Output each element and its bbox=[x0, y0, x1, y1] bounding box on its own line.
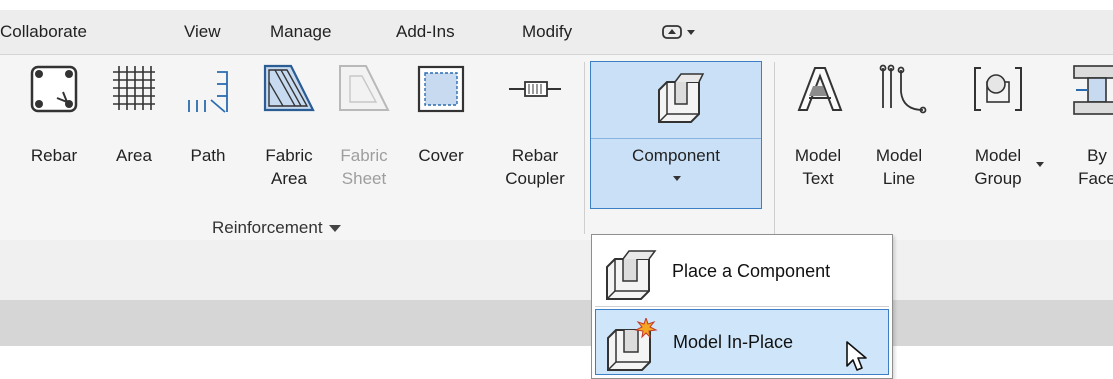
path-label: Path bbox=[190, 146, 226, 165]
model-group-button[interactable]: Model Group bbox=[956, 62, 1044, 188]
model-group-icon bbox=[974, 67, 1022, 111]
rebar-coupler-button[interactable]: Rebar Coupler bbox=[492, 62, 578, 188]
rebar-button[interactable]: Rebar bbox=[24, 62, 84, 165]
panel-divider bbox=[774, 62, 775, 234]
contextual-tab-dropdown[interactable] bbox=[660, 22, 700, 47]
reinforcement-panel-title[interactable]: Reinforcement bbox=[212, 218, 341, 238]
rebar-icon bbox=[30, 65, 78, 113]
model-text-button[interactable]: Model Text bbox=[788, 62, 848, 188]
model-in-place-label: Model In-Place bbox=[673, 332, 794, 352]
fabric-area-button[interactable]: Fabric Area bbox=[258, 62, 320, 188]
model-line-icon bbox=[879, 64, 927, 114]
model-group-label-line1: Model bbox=[974, 146, 1022, 165]
rebar-coupler-label-line2: Coupler bbox=[505, 169, 565, 188]
cover-button[interactable]: Cover bbox=[410, 62, 472, 165]
by-face-icon bbox=[1073, 65, 1113, 115]
tab-add-ins[interactable]: Add-Ins bbox=[396, 22, 455, 42]
model-line-label-line1: Model bbox=[875, 146, 923, 165]
panel-divider bbox=[584, 62, 585, 234]
split-button-separator bbox=[591, 138, 761, 139]
tab-manage[interactable]: Manage bbox=[270, 22, 331, 42]
revit-ribbon-window: Collaborate View Manage Add-Ins Modify R… bbox=[0, 0, 1113, 379]
path-reinforcement-icon bbox=[188, 71, 228, 113]
rebar-label: Rebar bbox=[30, 146, 78, 165]
place-component-icon bbox=[606, 250, 657, 300]
path-button[interactable]: Path bbox=[180, 62, 236, 165]
fabric-sheet-icon bbox=[339, 65, 390, 111]
rebar-coupler-label-line1: Rebar bbox=[511, 146, 559, 165]
ribbon-tab-bar: Collaborate View Manage Add-Ins Modify bbox=[0, 10, 1113, 54]
model-group-label-line2: Group bbox=[974, 169, 1022, 188]
reinforcement-panel-title-text: Reinforcement bbox=[212, 218, 323, 237]
by-face-label-line2: Face bbox=[1078, 169, 1113, 188]
fabric-sheet-label-line2: Sheet bbox=[341, 169, 387, 188]
caret-down-icon bbox=[1036, 162, 1044, 167]
caret-down-icon bbox=[673, 176, 681, 181]
model-in-place-icon bbox=[607, 318, 658, 371]
fabric-sheet-label-line1: Fabric bbox=[340, 146, 388, 165]
component-dropdown-menu: Place a Component Model In-Place bbox=[591, 234, 893, 379]
mouse-cursor-icon bbox=[846, 341, 867, 371]
component-icon bbox=[658, 73, 705, 123]
menu-item-place-component[interactable]: Place a Component bbox=[595, 239, 889, 305]
fabric-area-label-line1: Fabric bbox=[265, 146, 313, 165]
by-face-button[interactable]: By Face bbox=[1064, 62, 1113, 188]
rebar-coupler-icon bbox=[509, 81, 561, 97]
fabric-area-label-line2: Area bbox=[271, 169, 307, 188]
tab-modify[interactable]: Modify bbox=[522, 22, 572, 42]
cover-label: Cover bbox=[418, 146, 464, 165]
fabric-sheet-button: Fabric Sheet bbox=[334, 62, 394, 188]
area-label: Area bbox=[116, 146, 152, 165]
component-label: Component bbox=[632, 146, 720, 165]
by-face-label-line1: By bbox=[1087, 146, 1107, 165]
cover-icon bbox=[417, 65, 465, 113]
options-bar bbox=[0, 240, 1113, 300]
model-text-label-line1: Model bbox=[794, 146, 842, 165]
model-line-button[interactable]: Model Line bbox=[866, 62, 932, 188]
model-line-label-line2: Line bbox=[882, 169, 916, 188]
tab-view[interactable]: View bbox=[184, 22, 221, 42]
place-component-label: Place a Component bbox=[672, 261, 831, 281]
area-reinforcement-icon bbox=[113, 66, 155, 110]
component-button[interactable]: Component bbox=[590, 61, 762, 209]
fabric-area-icon bbox=[263, 64, 315, 112]
model-text-label-line2: Text bbox=[802, 169, 834, 188]
chevron-down-icon bbox=[328, 225, 341, 233]
model-text-icon bbox=[797, 67, 843, 111]
panel-toggle-icon bbox=[662, 25, 695, 39]
area-button[interactable]: Area bbox=[106, 62, 162, 165]
drawing-area bbox=[0, 346, 1113, 379]
tab-collaborate[interactable]: Collaborate bbox=[0, 22, 87, 42]
view-tab-strip bbox=[0, 300, 1113, 346]
menu-item-model-in-place[interactable]: Model In-Place bbox=[595, 309, 889, 375]
menu-separator bbox=[595, 306, 889, 307]
